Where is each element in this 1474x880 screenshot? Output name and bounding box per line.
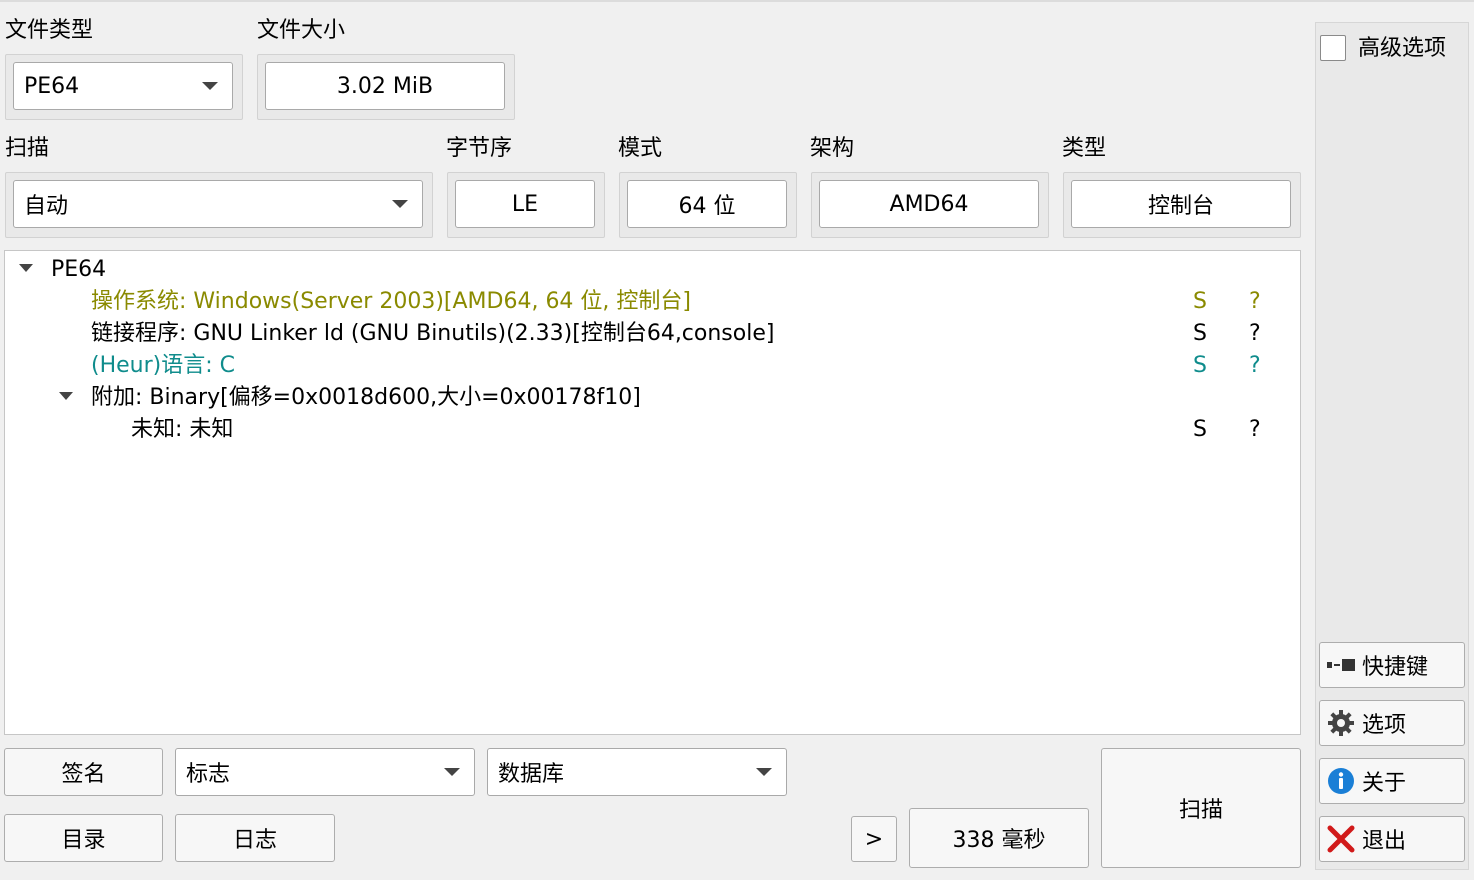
flags-combo[interactable]: 标志 xyxy=(175,748,475,796)
top-divider xyxy=(0,0,1474,2)
file-size-field[interactable]: 3.02 MiB xyxy=(265,62,505,110)
die-main-window: 文件类型 PE64 文件大小 3.02 MiB 扫描 字节序 模式 架构 类型 … xyxy=(0,0,1474,880)
scan-mode-value: 自动 xyxy=(24,194,69,219)
about-button[interactable]: 关于 xyxy=(1319,758,1465,804)
file-size-label: 文件大小 xyxy=(257,18,346,43)
chevron-down-icon xyxy=(392,200,408,208)
type-label: 类型 xyxy=(1062,136,1107,161)
options-button-label: 选项 xyxy=(1362,713,1407,738)
info-icon xyxy=(1326,766,1356,796)
advanced-options-checkbox[interactable] xyxy=(1320,35,1346,61)
scan-button[interactable]: 扫描 xyxy=(1101,748,1301,868)
signature-button[interactable]: 签名 xyxy=(4,748,163,796)
tree-item-linker-s: S xyxy=(1193,321,1207,346)
about-button-label: 关于 xyxy=(1362,771,1407,796)
flags-combo-value: 标志 xyxy=(186,762,231,787)
exit-button[interactable]: 退出 xyxy=(1319,816,1465,862)
mode-field[interactable]: 64 位 xyxy=(627,180,787,228)
result-tree[interactable]: PE64 操作系统: Windows(Server 2003)[AMD64, 6… xyxy=(4,250,1301,735)
tree-item-linker-q: ? xyxy=(1249,321,1261,346)
endianness-label: 字节序 xyxy=(446,136,513,161)
tree-item-overlay[interactable]: 附加: Binary[偏移=0x0018d600,大小=0x00178f10] xyxy=(91,382,641,414)
tree-item-os[interactable]: 操作系统: Windows(Server 2003)[AMD64, 64 位, … xyxy=(91,286,691,318)
close-icon xyxy=(1326,824,1356,854)
exit-button-label: 退出 xyxy=(1362,829,1407,854)
advanced-options-label[interactable]: 高级选项 xyxy=(1358,36,1446,62)
chevron-down-icon xyxy=(202,82,218,90)
file-type-value: PE64 xyxy=(24,73,80,99)
shortcuts-button[interactable]: 快捷键 xyxy=(1319,642,1465,688)
arch-field[interactable]: AMD64 xyxy=(819,180,1039,228)
scan-label: 扫描 xyxy=(5,136,50,161)
mode-label: 模式 xyxy=(618,136,663,161)
keyboard-icon xyxy=(1326,650,1356,680)
arch-label: 架构 xyxy=(810,136,855,161)
type-field[interactable]: 控制台 xyxy=(1071,180,1291,228)
file-type-label: 文件类型 xyxy=(5,18,94,43)
chevron-down-icon xyxy=(756,768,772,776)
scan-mode-combo[interactable]: 自动 xyxy=(13,180,423,228)
tree-item-linker[interactable]: 链接程序: GNU Linker ld (GNU Binutils)(2.33)… xyxy=(91,318,774,350)
shortcuts-button-label: 快捷键 xyxy=(1362,655,1429,680)
tree-item-unknown[interactable]: 未知: 未知 xyxy=(131,414,233,446)
file-type-combo[interactable]: PE64 xyxy=(13,62,233,110)
tree-item-language[interactable]: (Heur)语言: C xyxy=(91,350,235,382)
directory-button[interactable]: 目录 xyxy=(4,814,163,862)
database-combo-value: 数据库 xyxy=(498,762,565,787)
log-button[interactable]: 日志 xyxy=(175,814,335,862)
elapsed-time-button[interactable]: 338 毫秒 xyxy=(909,808,1089,868)
tree-item-language-s: S xyxy=(1193,353,1207,378)
gear-icon xyxy=(1326,708,1356,738)
tree-root-label[interactable]: PE64 xyxy=(51,254,106,286)
expand-arrow-icon[interactable] xyxy=(59,392,73,400)
chevron-down-icon xyxy=(444,768,460,776)
database-combo[interactable]: 数据库 xyxy=(487,748,787,796)
tree-item-language-q: ? xyxy=(1249,353,1261,378)
endianness-field[interactable]: LE xyxy=(455,180,595,228)
tree-item-unknown-q: ? xyxy=(1249,417,1261,442)
options-button[interactable]: 选项 xyxy=(1319,700,1465,746)
tree-item-os-q: ? xyxy=(1249,289,1261,314)
tree-item-unknown-s: S xyxy=(1193,417,1207,442)
expand-arrow-icon[interactable] xyxy=(19,264,33,272)
tree-item-os-s: S xyxy=(1193,289,1207,314)
next-button[interactable]: > xyxy=(851,816,897,862)
